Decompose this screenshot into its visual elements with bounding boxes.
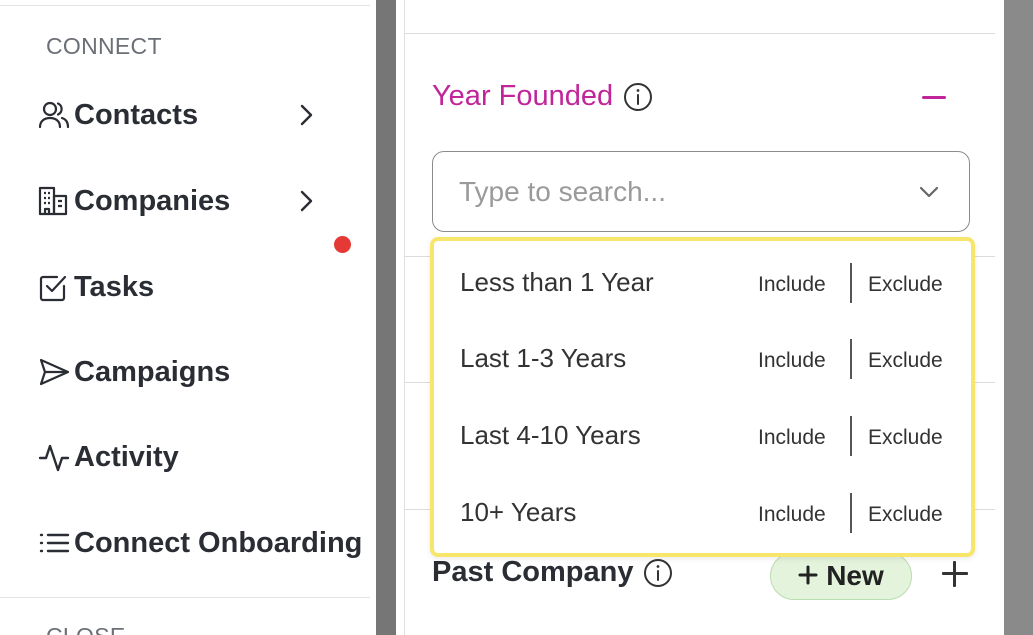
sidebar-item-label: Campaigns xyxy=(74,355,231,388)
dropdown-option[interactable]: Last 1-3 Years Include Exclude xyxy=(434,319,971,395)
sidebar-item-companies[interactable]: Companies xyxy=(38,181,368,221)
campaigns-icon xyxy=(38,357,74,387)
sidebar-divider xyxy=(0,597,370,598)
tasks-icon xyxy=(38,272,74,302)
exclude-button[interactable]: Exclude xyxy=(868,273,943,297)
companies-icon xyxy=(38,186,74,216)
panel-border xyxy=(404,0,405,635)
divider xyxy=(405,33,995,34)
activity-icon xyxy=(38,442,74,472)
include-button[interactable]: Include xyxy=(758,349,826,373)
section-label-connect: CONNECT xyxy=(46,33,162,59)
filter-title: Past Company xyxy=(432,556,634,588)
sidebar-item-contacts[interactable]: Contacts xyxy=(38,95,368,135)
include-button[interactable]: Include xyxy=(758,273,826,297)
expand-plus-icon[interactable] xyxy=(941,560,969,588)
sidebar-divider xyxy=(0,5,370,6)
dropdown-option[interactable]: Last 4-10 Years Include Exclude xyxy=(434,396,971,472)
include-button[interactable]: Include xyxy=(758,503,826,527)
sidebar-item-activity[interactable]: Activity xyxy=(38,437,368,477)
separator xyxy=(850,339,852,379)
search-input[interactable] xyxy=(459,175,899,208)
dropdown-option[interactable]: Less than 1 Year Include Exclude xyxy=(434,243,971,319)
separator xyxy=(850,493,852,533)
new-label: New xyxy=(826,560,884,591)
sidebar-item-label: Tasks xyxy=(74,270,155,303)
chevron-down-icon[interactable] xyxy=(917,180,941,204)
option-label: 10+ Years xyxy=(460,497,577,527)
year-founded-search[interactable] xyxy=(432,151,970,232)
notification-dot xyxy=(334,236,351,253)
sidebar: CONNECT Contacts Companies Tasks Campaig… xyxy=(0,0,378,635)
filter-title: Year Founded xyxy=(432,80,614,112)
info-icon[interactable] xyxy=(623,82,653,112)
sidebar-item-label: Activity xyxy=(74,440,179,473)
exclude-button[interactable]: Exclude xyxy=(868,349,943,373)
past-company-header[interactable]: Past Company xyxy=(432,556,673,589)
panel-gutter xyxy=(1004,0,1033,635)
info-icon[interactable] xyxy=(643,558,673,588)
collapse-icon[interactable] xyxy=(920,83,950,113)
section-label-close: CLOSE xyxy=(46,623,125,635)
sidebar-item-label: Contacts xyxy=(74,98,199,131)
exclude-button[interactable]: Exclude xyxy=(868,426,943,450)
sidebar-item-label: Connect Onboarding xyxy=(74,526,363,559)
dropdown-option[interactable]: 10+ Years Include Exclude xyxy=(434,473,971,549)
plus-icon xyxy=(798,560,818,592)
option-label: Less than 1 Year xyxy=(460,267,654,297)
sidebar-item-campaigns[interactable]: Campaigns xyxy=(38,352,368,392)
contacts-icon xyxy=(38,100,74,130)
separator xyxy=(850,263,852,303)
separator xyxy=(850,416,852,456)
year-founded-header[interactable]: Year Founded xyxy=(432,80,653,113)
sidebar-item-connect-onboarding[interactable]: Connect Onboarding xyxy=(38,523,368,563)
year-founded-dropdown: Less than 1 Year Include Exclude Last 1-… xyxy=(430,237,975,557)
list-icon xyxy=(38,528,74,558)
sidebar-item-label: Companies xyxy=(74,184,231,217)
chevron-right-icon xyxy=(296,103,316,127)
sidebar-item-tasks[interactable]: Tasks xyxy=(38,267,368,307)
chevron-right-icon xyxy=(296,189,316,213)
exclude-button[interactable]: Exclude xyxy=(868,503,943,527)
include-button[interactable]: Include xyxy=(758,426,826,450)
option-label: Last 1-3 Years xyxy=(460,343,627,373)
option-label: Last 4-10 Years xyxy=(460,420,641,450)
new-badge-button[interactable]: New xyxy=(770,552,912,600)
panel-gutter xyxy=(376,0,396,635)
